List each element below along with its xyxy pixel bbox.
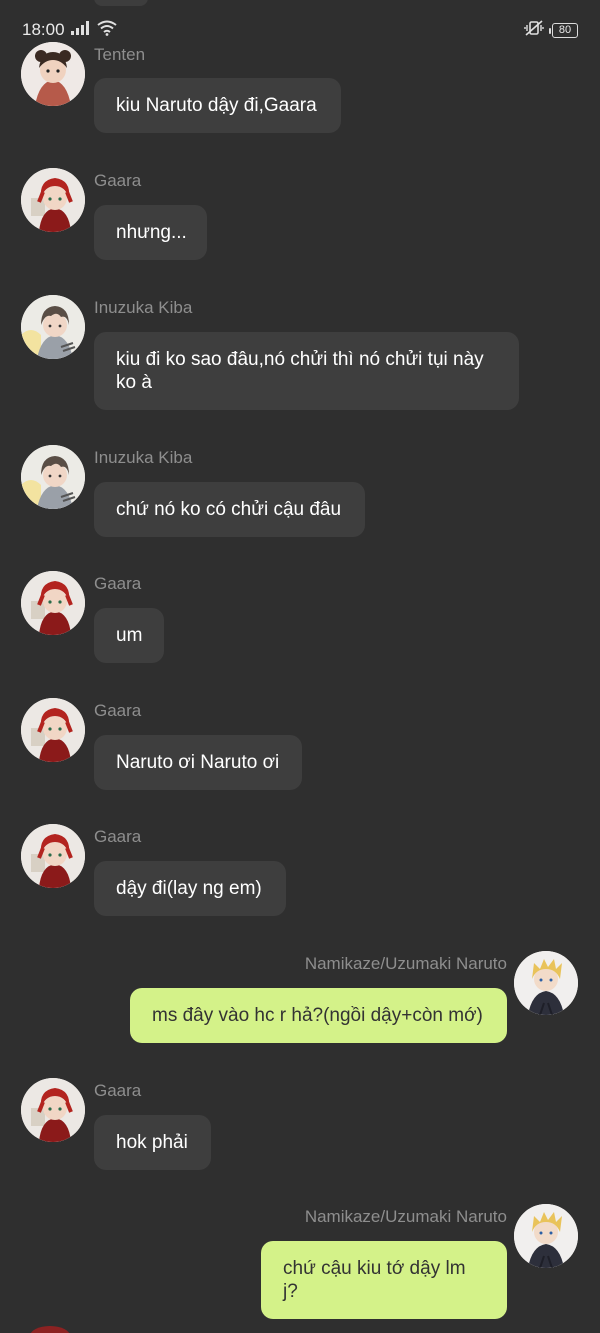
naruto-avatar[interactable]: [514, 1204, 578, 1268]
sender-name: Gaara: [94, 701, 142, 720]
status-left: 18:00: [22, 20, 117, 41]
signal-icon: [70, 20, 91, 40]
gaara-avatar[interactable]: [21, 698, 85, 762]
gaara-avatar[interactable]: [21, 1078, 85, 1142]
message-bubble[interactable]: hok phải: [94, 1115, 211, 1170]
sender-name: Inuzuka Kiba: [94, 298, 193, 317]
gaara-avatar[interactable]: [21, 824, 85, 888]
message-bubble[interactable]: chứ cậu kiu tớ dậy lm j?: [261, 1241, 507, 1319]
sender-name: Inuzuka Kiba: [94, 448, 193, 467]
tenten-avatar[interactable]: [21, 42, 85, 106]
sender-name: Gaara: [94, 1081, 142, 1100]
vibrate-icon: [524, 19, 544, 41]
gaara-avatar[interactable]: [21, 168, 85, 232]
wifi-icon: [96, 20, 117, 41]
sender-name: Gaara: [94, 574, 142, 593]
naruto-avatar[interactable]: [514, 951, 578, 1015]
message-bubble[interactable]: dậy đi(lay ng em): [94, 861, 286, 916]
message-bubble[interactable]: um: [94, 608, 164, 663]
battery-icon: 80: [549, 22, 578, 38]
sender-name: Gaara: [94, 171, 142, 190]
sender-name: Namikaze/Uzumaki Naruto: [304, 954, 507, 973]
message-bubble[interactable]: kiu Naruto dậy đi,Gaara: [94, 78, 341, 133]
previous-message-stub: [94, 0, 148, 6]
next-avatar-stub: [30, 1326, 70, 1333]
message-bubble[interactable]: Naruto ơi Naruto ơi: [94, 735, 302, 790]
message-bubble[interactable]: nhưng...: [94, 205, 207, 260]
sender-name: Tenten: [94, 45, 146, 64]
message-bubble[interactable]: ms đây vào hc r hả?(ngồi dậy+còn mớ): [130, 988, 507, 1043]
sender-name: Gaara: [94, 827, 142, 846]
clock: 18:00: [22, 20, 65, 39]
status-right: 80: [524, 19, 578, 41]
gaara-avatar[interactable]: [21, 571, 85, 635]
status-bar: 18:00 80: [0, 0, 600, 60]
message-bubble[interactable]: chứ nó ko có chửi cậu đâu: [94, 482, 365, 537]
kiba-avatar[interactable]: [21, 295, 85, 359]
kiba-avatar[interactable]: [21, 445, 85, 509]
message-bubble[interactable]: kiu đi ko sao đâu,nó chửi thì nó chửi tụ…: [94, 332, 519, 410]
sender-name: Namikaze/Uzumaki Naruto: [304, 1207, 507, 1226]
